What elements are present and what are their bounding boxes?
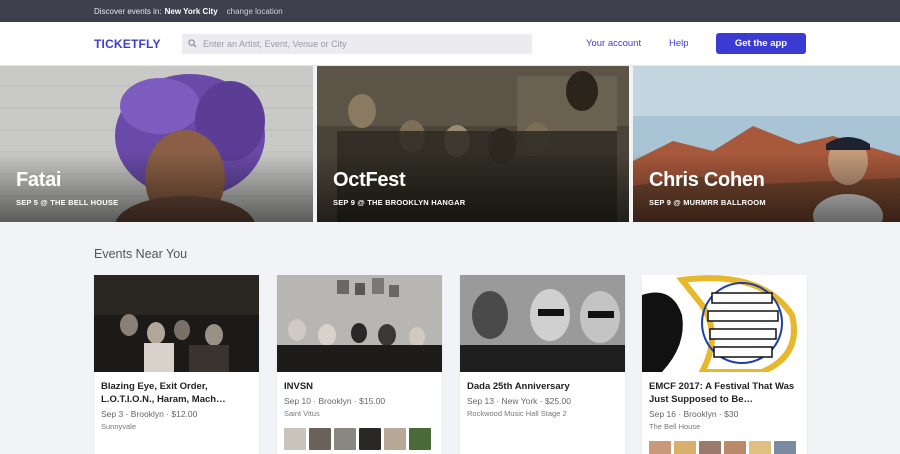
- avatar[interactable]: [649, 441, 671, 454]
- event-card[interactable]: Dada 25th Anniversary Sep 13 · New York …: [460, 275, 625, 454]
- event-title: INVSN: [284, 381, 314, 392]
- avatar[interactable]: [674, 441, 696, 454]
- avatar[interactable]: [409, 428, 431, 450]
- featured-title: Chris Cohen: [649, 169, 765, 191]
- events-near-you-heading: Events Near You: [94, 247, 188, 261]
- avatar[interactable]: [384, 428, 406, 450]
- featured-event-fatai[interactable]: Fatai SEP 5 @ THE BELL HOUSE: [0, 66, 313, 222]
- event-meta: Sep 16 · Brooklyn · $30: [649, 409, 739, 419]
- featured-event-octfest[interactable]: OctFest SEP 9 @ THE BROOKLYN HANGAR: [317, 66, 629, 222]
- search-input[interactable]: [203, 39, 523, 49]
- event-image: [642, 275, 807, 372]
- discover-label: Discover events in:: [94, 6, 162, 16]
- event-title: Blazing Eye, Exit Order, L.O.T.I.O.N., H…: [101, 381, 226, 405]
- attendee-avatars: [649, 441, 807, 454]
- event-venue: Saint Vitus: [284, 409, 320, 418]
- search-bar[interactable]: [182, 34, 532, 54]
- event-meta: Sep 10 · Brooklyn · $15.00: [284, 396, 386, 406]
- change-location-link[interactable]: change location: [227, 7, 283, 16]
- location-bar: Discover events in: New York City change…: [0, 0, 900, 22]
- event-image: [460, 275, 625, 372]
- avatar[interactable]: [359, 428, 381, 450]
- featured-title: Fatai: [16, 169, 62, 191]
- attendee-avatars: [284, 428, 442, 450]
- avatar[interactable]: [284, 428, 306, 450]
- event-card[interactable]: Blazing Eye, Exit Order, L.O.T.I.O.N., H…: [94, 275, 259, 454]
- ticketfly-logo[interactable]: TICKETFLY: [94, 37, 161, 51]
- event-meta: Sep 13 · New York · $25.00: [467, 396, 571, 406]
- featured-subtitle: SEP 9 @ MURMRR BALLROOM: [649, 198, 766, 207]
- featured-title: OctFest: [333, 169, 406, 191]
- event-title: EMCF 2017: A Festival That Was Just Supp…: [649, 381, 795, 405]
- event-venue: Rockwood Music Hall Stage 2: [467, 409, 567, 418]
- event-venue: The Bell House: [649, 422, 701, 431]
- event-meta: Sep 3 · Brooklyn · $12.00: [101, 409, 198, 419]
- search-icon: [188, 35, 197, 53]
- current-city: New York City: [164, 6, 218, 16]
- avatar[interactable]: [774, 441, 796, 454]
- event-image: [94, 275, 259, 372]
- event-card[interactable]: INVSN Sep 10 · Brooklyn · $15.00 Saint V…: [277, 275, 442, 454]
- event-image: [277, 275, 442, 372]
- avatar[interactable]: [724, 441, 746, 454]
- featured-event-chris-cohen[interactable]: Chris Cohen SEP 9 @ MURMRR BALLROOM: [633, 66, 900, 222]
- help-link[interactable]: Help: [669, 38, 689, 49]
- event-title: Dada 25th Anniversary: [467, 381, 570, 392]
- event-venue: Sunnyvale: [101, 422, 137, 431]
- featured-subtitle: SEP 9 @ THE BROOKLYN HANGAR: [333, 198, 466, 207]
- avatar[interactable]: [309, 428, 331, 450]
- site-header: TICKETFLY Your account Help Get the app: [0, 22, 900, 66]
- event-card[interactable]: EMCF 2017: A Festival That Was Just Supp…: [642, 275, 807, 454]
- avatar[interactable]: [334, 428, 356, 450]
- avatar[interactable]: [749, 441, 771, 454]
- get-the-app-button[interactable]: Get the app: [716, 33, 806, 54]
- featured-subtitle: SEP 5 @ THE BELL HOUSE: [16, 198, 119, 207]
- your-account-link[interactable]: Your account: [586, 38, 641, 49]
- avatar[interactable]: [699, 441, 721, 454]
